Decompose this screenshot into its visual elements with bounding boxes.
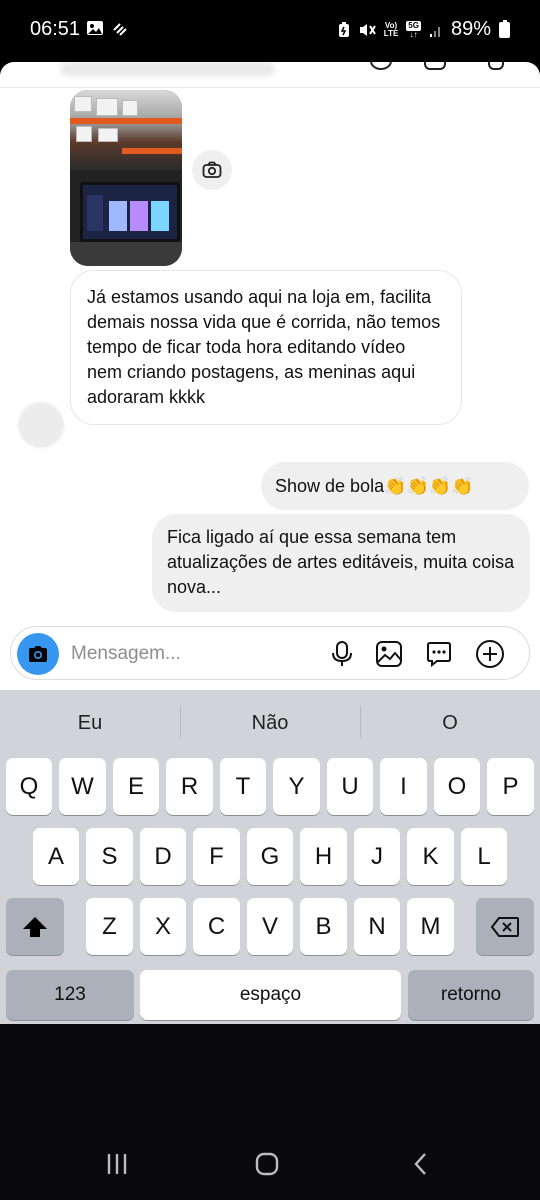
key-q[interactable]: Q [6,758,52,815]
gallery-notification-icon [87,21,103,35]
key-u[interactable]: U [327,758,373,815]
key-f[interactable]: F [193,828,240,885]
wifi-calling-icon [113,23,127,36]
volte-icon: Vo) LTE [383,20,399,38]
outgoing-message-text: Show de bola👏👏👏👏 [275,476,474,496]
outgoing-message-bubble[interactable]: Show de bola👏👏👏👏 [261,462,529,510]
info-icon[interactable] [488,62,504,70]
suggestion-item[interactable]: Eu [0,712,180,735]
status-bar: 06:51 Vo) LTE 5G ↓↑ 89% [0,0,540,62]
incoming-message-text: Já estamos usando aqui na loja em, facil… [87,287,441,407]
call-icon[interactable] [370,62,392,70]
key-s[interactable]: S [86,828,133,885]
composer-camera-button[interactable] [17,633,59,675]
chat-panel: Já estamos usando aqui na loja em, facil… [0,62,540,690]
outgoing-message-text: Fica ligado aí que essa semana tem atual… [167,527,515,597]
navigation-bar [0,1024,540,1200]
battery-saver-icon [338,21,349,37]
shift-arrow-icon [23,916,47,937]
5g-icon: 5G ↓↑ [406,20,421,39]
key-n[interactable]: N [354,898,400,955]
video-call-icon[interactable] [424,62,446,70]
camera-reply-button[interactable] [192,150,232,190]
microphone-icon[interactable] [327,639,357,669]
key-o[interactable]: O [434,758,480,815]
message-composer [10,626,530,680]
photo-message[interactable] [70,90,182,266]
key-w[interactable]: W [59,758,106,815]
incoming-message-bubble[interactable]: Já estamos usando aqui na loja em, facil… [70,270,462,425]
laptop-screen [80,182,180,242]
key-j[interactable]: J [354,828,400,885]
return-key[interactable]: retorno [408,970,534,1020]
signal-icon [429,26,440,37]
suggestion-bar: Eu Não O [0,690,540,750]
key-p[interactable]: P [487,758,534,815]
mute-icon [359,23,376,36]
back-chevron-icon [414,1153,426,1175]
key-b[interactable]: B [300,898,347,955]
message-input[interactable] [71,642,321,666]
status-time: 06:51 [30,18,81,40]
key-c[interactable]: C [193,898,240,955]
key-z[interactable]: Z [86,898,133,955]
sticker-chat-icon[interactable] [424,639,454,669]
key-i[interactable]: I [380,758,427,815]
backspace-icon [490,916,519,937]
chat-header [0,62,540,88]
key-v[interactable]: V [247,898,293,955]
battery-percent: 89% [450,18,491,40]
recent-apps-icon [107,1154,127,1174]
key-y[interactable]: Y [273,758,320,815]
keyboard: Eu Não O Q W E R T Y U I O P A S D F G H… [0,690,540,1024]
battery-icon [499,19,510,38]
add-icon[interactable] [475,639,505,669]
outgoing-message-bubble[interactable]: Fica ligado aí que essa semana tem atual… [152,514,530,612]
key-r[interactable]: R [166,758,213,815]
avatar[interactable] [18,402,64,448]
key-m[interactable]: M [407,898,454,955]
key-a[interactable]: A [33,828,79,885]
key-d[interactable]: D [140,828,186,885]
key-k[interactable]: K [407,828,454,885]
key-g[interactable]: G [247,828,293,885]
home-button[interactable] [250,1150,284,1178]
key-h[interactable]: H [300,828,347,885]
shift-key[interactable] [6,898,64,955]
key-x[interactable]: X [140,898,186,955]
suggestion-item[interactable]: Não [180,712,360,735]
space-key[interactable]: espaço [140,970,401,1020]
back-button[interactable] [404,1150,438,1178]
key-l[interactable]: L [461,828,507,885]
status-left-icons [86,20,130,36]
camera-icon [29,646,47,662]
suggestion-item[interactable]: O [360,712,540,735]
recent-apps-button[interactable] [100,1150,134,1178]
backspace-key[interactable] [476,898,534,955]
key-e[interactable]: E [113,758,159,815]
contact-name-blurred [60,62,275,76]
numbers-key[interactable]: 123 [6,970,134,1020]
home-icon [255,1152,279,1176]
key-t[interactable]: T [220,758,266,815]
gallery-icon[interactable] [374,639,404,669]
status-right-icons: Vo) LTE 5G ↓↑ 89% [338,18,510,41]
camera-icon [202,161,222,178]
